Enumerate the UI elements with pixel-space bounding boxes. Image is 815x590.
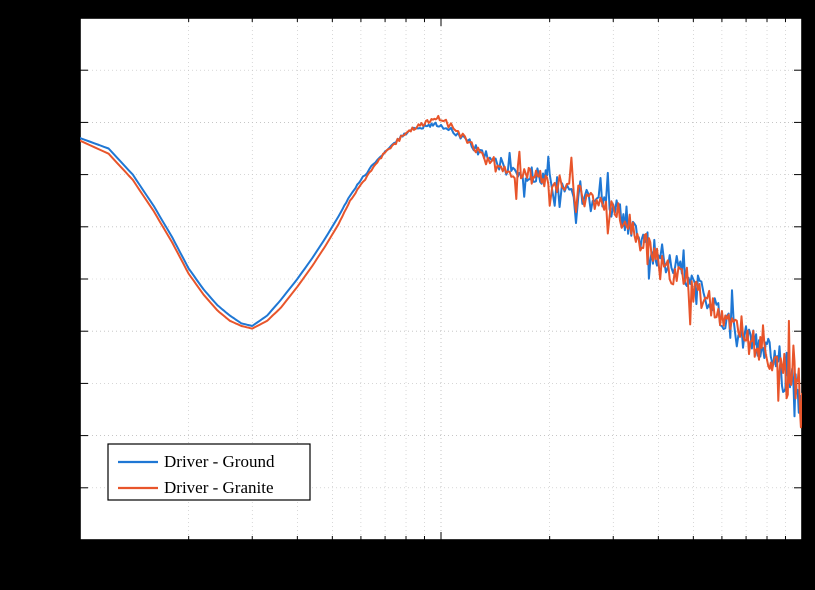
chart-container: Driver - Ground Driver - Granite bbox=[0, 0, 815, 590]
legend-label-0: Driver - Ground bbox=[164, 452, 275, 471]
legend: Driver - Ground Driver - Granite bbox=[108, 444, 310, 500]
legend-label-1: Driver - Granite bbox=[164, 478, 274, 497]
chart-svg: Driver - Ground Driver - Granite bbox=[0, 0, 815, 590]
